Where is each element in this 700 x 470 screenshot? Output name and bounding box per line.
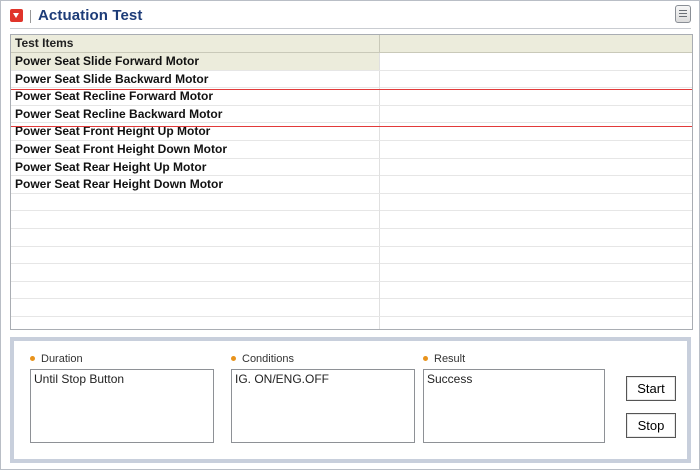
actuation-test-window: Actuation Test Test Items Power Seat Sli… [0,0,700,470]
test-item-name [11,281,380,299]
table-row[interactable]: Power Seat Recline Backward Motor [11,105,692,124]
test-item-name [11,229,380,246]
duration-label-text: Duration [41,353,83,365]
column-header-test-items[interactable]: Test Items [11,35,380,52]
test-items-table: Test Items Power Seat Slide Forward Moto… [10,34,693,330]
column-header-blank [380,35,692,52]
conditions-label-text: Conditions [242,353,294,365]
stop-button[interactable]: Stop [626,413,676,438]
title-bar: Actuation Test [1,1,699,31]
page-title: Actuation Test [38,7,143,24]
test-item-status [380,229,692,246]
table-header: Test Items [11,35,692,53]
detail-panel: Duration Until Stop Button Conditions IG… [10,337,691,463]
test-item-status [380,299,692,316]
table-row[interactable] [11,211,692,229]
test-item-status [380,211,692,228]
table-row[interactable] [11,246,692,265]
title-divider [10,28,691,29]
conditions-box: IG. ON/ENG.OFF [231,369,415,443]
test-item-name: Power Seat Recline Forward Motor [11,88,380,106]
bullet-icon [30,355,35,361]
test-item-name [11,211,380,229]
duration-box: Until Stop Button [30,369,214,443]
table-row[interactable]: Power Seat Front Height Down Motor [11,141,692,159]
table-row[interactable] [11,281,692,300]
start-button[interactable]: Start [626,376,676,401]
test-item-status [380,264,692,281]
table-row[interactable] [11,299,692,317]
test-item-name: Power Seat Front Height Down Motor [11,141,380,158]
table-row[interactable] [11,193,692,212]
test-item-status [380,159,692,176]
result-label: Result [423,353,465,365]
test-item-name: Power Seat Rear Height Down Motor [11,176,380,194]
test-item-name [11,264,380,282]
test-item-status [380,71,692,88]
test-item-name [11,193,380,211]
table-row[interactable] [11,317,692,329]
title-separator [30,10,31,23]
test-item-status [380,141,692,158]
table-row[interactable]: Power Seat Front Height Up Motor [11,123,692,141]
test-item-status [380,247,692,264]
test-item-status [380,282,692,299]
bullet-icon [423,355,428,361]
bullet-icon [231,355,236,361]
test-item-status [380,88,692,105]
test-item-status [380,176,692,193]
collapse-arrow-icon[interactable] [10,9,23,22]
test-item-name: Power Seat Slide Forward Motor [11,53,380,70]
table-row[interactable]: Power Seat Rear Height Down Motor [11,176,692,194]
result-label-text: Result [434,353,466,365]
result-box: Success [423,369,605,443]
table-row[interactable] [11,264,692,282]
test-item-name [11,246,380,264]
duration-label: Duration [30,353,83,365]
test-item-name: Power Seat Slide Backward Motor [11,70,380,88]
test-item-name [11,317,380,329]
table-row[interactable] [11,229,692,247]
test-item-status [380,106,692,123]
test-item-status [380,53,692,70]
conditions-label: Conditions [231,353,294,365]
test-item-status [380,123,692,140]
test-item-name [11,299,380,317]
menu-icon[interactable] [675,5,691,23]
table-row[interactable]: Power Seat Slide Backward Motor [11,70,692,89]
test-item-name: Power Seat Front Height Up Motor [11,123,380,141]
test-item-name: Power Seat Recline Backward Motor [11,105,380,123]
test-item-status [380,194,692,211]
test-item-status [380,317,692,329]
table-row[interactable]: Power Seat Rear Height Up Motor [11,158,692,177]
table-row[interactable]: Power Seat Slide Forward Motor [11,53,692,71]
table-row[interactable]: Power Seat Recline Forward Motor [11,88,692,106]
test-item-name: Power Seat Rear Height Up Motor [11,158,380,176]
